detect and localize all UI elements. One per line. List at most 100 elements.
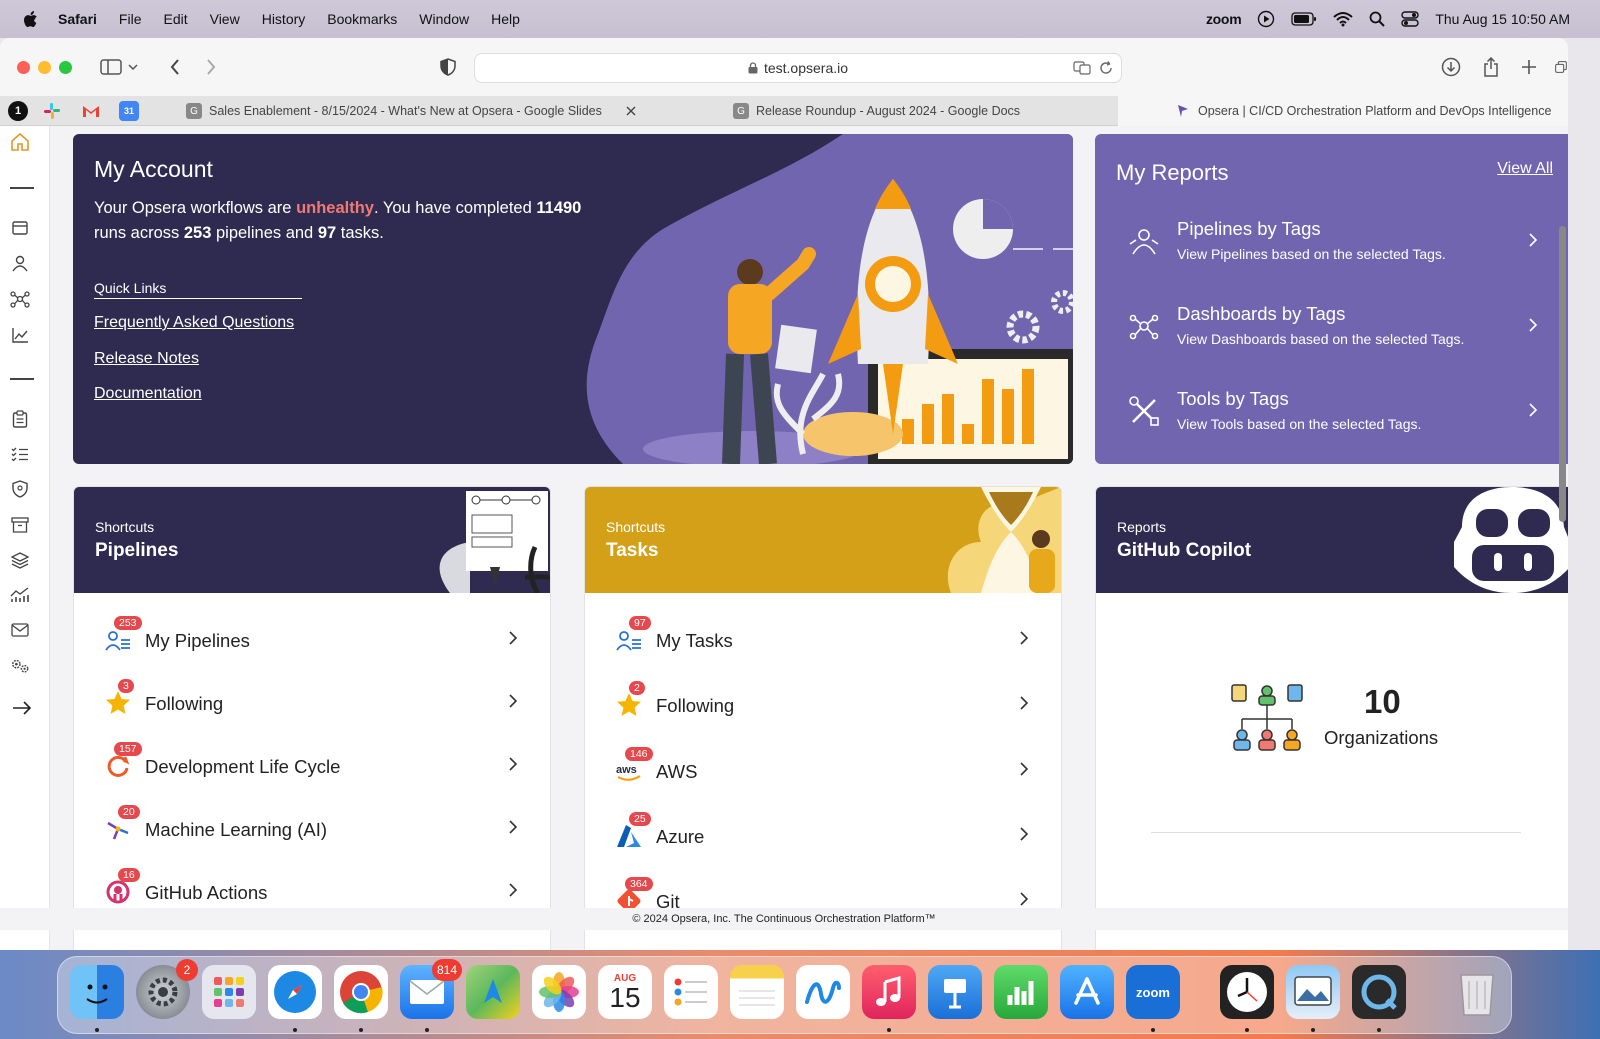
- tab-release-roundup[interactable]: G Release Roundup - August 2024 - Google…: [643, 96, 1111, 126]
- clipboard-icon[interactable]: [10, 409, 30, 429]
- summary-text: runs across: [94, 224, 184, 242]
- user-icon[interactable]: [10, 253, 30, 273]
- shortcut-machine-learning[interactable]: 20 Machine Learning (AI): [74, 805, 550, 851]
- pinned-calendar-icon[interactable]: 31: [119, 101, 139, 121]
- documentation-link[interactable]: Documentation: [94, 385, 202, 403]
- spotlight-search-icon[interactable]: [1369, 11, 1386, 27]
- tab-sales-enablement[interactable]: G Sales Enablement - 8/15/2024 - What's …: [146, 96, 636, 126]
- faq-link[interactable]: Frequently Asked Questions: [94, 314, 294, 332]
- photos-app[interactable]: [532, 965, 586, 1019]
- menu-edit[interactable]: Edit: [163, 11, 187, 27]
- pinned-gmail-icon[interactable]: [81, 101, 101, 121]
- menu-history[interactable]: History: [262, 11, 306, 27]
- page-scrollbar[interactable]: [1559, 226, 1566, 522]
- zoom-app[interactable]: zoom: [1126, 965, 1180, 1019]
- card-kicker: Shortcuts: [606, 519, 666, 535]
- chevron-right-icon: [1529, 233, 1538, 247]
- menu-app-safari[interactable]: Safari: [58, 11, 97, 27]
- menu-view[interactable]: View: [210, 11, 240, 27]
- shortcut-aws[interactable]: aws 146 AWS: [585, 747, 1061, 793]
- menu-file[interactable]: File: [119, 11, 142, 27]
- tab-opsera[interactable]: Opsera | CI/CD Orchestration Platform an…: [1118, 96, 1568, 126]
- numbers-app[interactable]: [994, 965, 1048, 1019]
- shortcut-my-tasks[interactable]: 97 My Tasks: [585, 616, 1061, 662]
- settings-gears-icon[interactable]: [10, 656, 30, 676]
- google-docs-favicon: G: [733, 103, 749, 119]
- trash-app[interactable]: [1450, 965, 1504, 1019]
- preview-app[interactable]: [1286, 965, 1340, 1019]
- notes-app[interactable]: [730, 965, 784, 1019]
- catalog-icon[interactable]: [10, 217, 30, 237]
- menu-help[interactable]: Help: [491, 11, 520, 27]
- layers-icon[interactable]: [10, 550, 30, 570]
- expand-sidebar-arrow-icon[interactable]: [12, 698, 32, 718]
- close-window-button[interactable]: [17, 61, 30, 74]
- clock-app[interactable]: [1220, 965, 1274, 1019]
- tab-overview-icon[interactable]: [1555, 55, 1567, 79]
- home-icon[interactable]: [10, 132, 30, 152]
- privacy-shield-icon[interactable]: [435, 55, 461, 79]
- battery-icon[interactable]: [1291, 12, 1317, 26]
- quicktime-app[interactable]: [1352, 965, 1406, 1019]
- view-all-reports-link[interactable]: View All: [1497, 160, 1553, 178]
- minimize-window-button[interactable]: [38, 61, 51, 74]
- report-pipelines-by-tags[interactable]: Pipelines by Tags View Pipelines based o…: [1095, 210, 1568, 280]
- finder-app[interactable]: [70, 965, 124, 1019]
- apple-icon[interactable]: [22, 10, 38, 28]
- launchpad-app[interactable]: [202, 965, 256, 1019]
- new-tab-icon[interactable]: [1516, 55, 1542, 79]
- divider: [1151, 832, 1521, 833]
- security-shield-icon[interactable]: [10, 479, 30, 499]
- gear-icon: [148, 977, 178, 1007]
- wifi-icon[interactable]: [1333, 11, 1354, 27]
- menu-bookmarks[interactable]: Bookmarks: [327, 11, 397, 27]
- reminders-app[interactable]: [664, 965, 718, 1019]
- reload-icon[interactable]: [1099, 61, 1113, 75]
- shortcut-azure[interactable]: 25 Azure: [585, 812, 1061, 858]
- pinned-1password-icon[interactable]: 1: [8, 101, 28, 121]
- zoom-window-button[interactable]: [59, 61, 72, 74]
- downloads-icon[interactable]: [1438, 55, 1464, 79]
- shortcut-following-tasks[interactable]: 2 Following: [585, 681, 1061, 727]
- close-tab-icon[interactable]: [626, 106, 636, 116]
- archive-icon[interactable]: [10, 515, 30, 535]
- mail-icon[interactable]: [10, 620, 30, 640]
- safari-app[interactable]: [268, 965, 322, 1019]
- address-bar[interactable]: test.opsera.io: [474, 53, 1122, 83]
- forward-icon[interactable]: [198, 55, 224, 79]
- chevron-down-icon[interactable]: [126, 55, 140, 79]
- freeform-app[interactable]: [796, 965, 850, 1019]
- chevron-right-icon: [509, 694, 518, 708]
- pinned-slack-icon[interactable]: [42, 101, 62, 121]
- system-settings-app[interactable]: 2: [136, 959, 198, 1019]
- task-list-icon[interactable]: [10, 444, 30, 464]
- mail-app[interactable]: 814: [400, 959, 462, 1019]
- play-icon[interactable]: [1257, 10, 1275, 28]
- sidebar-toggle-icon[interactable]: [98, 55, 124, 79]
- back-icon[interactable]: [162, 55, 188, 79]
- zoom-status-item[interactable]: zoom: [1206, 11, 1242, 27]
- menu-window[interactable]: Window: [419, 11, 469, 27]
- shortcut-development-life-cycle[interactable]: 157 Development Life Cycle: [74, 742, 550, 788]
- pipelines-icon[interactable]: [10, 289, 30, 309]
- analytics-icon[interactable]: [10, 585, 30, 605]
- report-dashboards-by-tags[interactable]: Dashboards by Tags View Dashboards based…: [1095, 295, 1568, 365]
- music-app[interactable]: [862, 965, 916, 1019]
- app-store-app[interactable]: [1060, 965, 1114, 1019]
- keynote-app[interactable]: [928, 965, 982, 1019]
- share-icon[interactable]: [1478, 55, 1504, 79]
- translate-icon[interactable]: [1073, 61, 1091, 75]
- shortcut-my-pipelines[interactable]: 253 My Pipelines: [74, 616, 550, 662]
- opsera-favicon: [1178, 105, 1188, 117]
- menu-bar: Safari File Edit View History Bookmarks …: [0, 0, 1600, 38]
- insights-chart-icon[interactable]: [10, 325, 30, 345]
- card-header: Reports GitHub Copilot: [1096, 487, 1568, 593]
- calendar-app[interactable]: AUG 15: [598, 965, 652, 1019]
- control-center-icon[interactable]: [1401, 11, 1420, 27]
- chrome-app[interactable]: [334, 965, 388, 1019]
- menu-clock[interactable]: Thu Aug 15 10:50 AM: [1435, 11, 1570, 27]
- shortcut-following-pipelines[interactable]: 3 Following: [74, 679, 550, 725]
- release-notes-link[interactable]: Release Notes: [94, 350, 199, 368]
- report-tools-by-tags[interactable]: Tools by Tags View Tools based on the se…: [1095, 380, 1568, 450]
- maps-app[interactable]: [466, 965, 520, 1019]
